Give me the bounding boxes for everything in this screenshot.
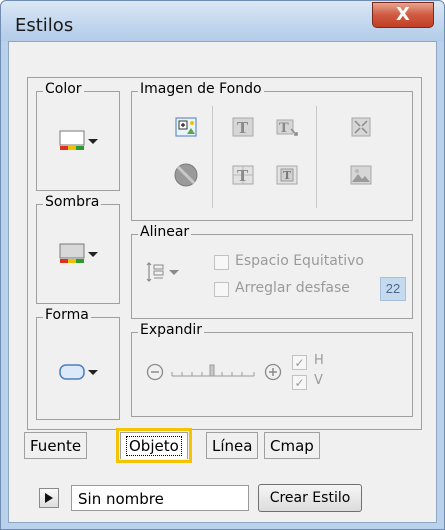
alinear-group-label: Alinear — [138, 224, 192, 240]
image-landscape-button[interactable] — [346, 160, 376, 190]
add-image-icon — [175, 117, 197, 137]
forma-group-label: Forma — [43, 307, 91, 323]
image-tile-button[interactable]: T — [228, 160, 258, 190]
add-image-button[interactable] — [171, 112, 201, 142]
align-dropdown[interactable] — [146, 261, 179, 283]
client-area: Color Sombra Forma Imagen de Fondo T T T… — [8, 41, 437, 523]
forma-group: Forma — [36, 307, 120, 420]
svg-text:T: T — [279, 121, 289, 136]
style-name-input[interactable]: Sin nombre — [71, 485, 249, 511]
tab-cmap[interactable]: Cmap — [264, 432, 320, 459]
color-group: Color — [36, 81, 120, 191]
desfase-value-field[interactable]: 22 — [380, 277, 406, 301]
color-dropdown[interactable] — [59, 130, 98, 152]
espacio-equitativo-label: Espacio Equitativo — [235, 253, 365, 269]
objeto-tab-panel: Color Sombra Forma Imagen de Fondo T T T… — [27, 77, 422, 430]
expand-v-checkbox[interactable]: ✓ — [292, 375, 307, 390]
color-swatch-icon — [59, 130, 85, 150]
tab-linea[interactable]: Línea — [206, 432, 259, 459]
expandir-group-label: Expandir — [138, 322, 205, 338]
chevron-down-icon — [88, 369, 98, 375]
expand-slider[interactable] — [170, 364, 256, 380]
chevron-down-icon — [88, 251, 98, 257]
image-stretch-button[interactable]: T — [272, 112, 302, 142]
close-button[interactable]: X — [372, 2, 434, 28]
chevron-down-icon — [169, 269, 179, 275]
no-image-icon — [174, 163, 198, 187]
zoom-in-icon[interactable] — [264, 363, 282, 381]
align-distribute-icon — [146, 262, 164, 282]
text-image-fit-icon: T — [276, 165, 298, 185]
text-image-stretch-icon: T — [276, 119, 298, 136]
sombra-group: Sombra — [36, 194, 120, 304]
expand-v-label: V — [314, 373, 323, 388]
landscape-image-icon — [350, 165, 372, 185]
create-style-button[interactable]: Crear Estilo — [258, 484, 362, 512]
color-group-label: Color — [43, 81, 84, 97]
shadow-swatch-icon — [59, 243, 85, 263]
checkmark-icon: ✓ — [294, 375, 305, 390]
sombra-dropdown[interactable] — [59, 243, 98, 265]
remove-image-button[interactable] — [171, 160, 201, 190]
close-icon: X — [396, 4, 410, 25]
toolbar-separator — [316, 106, 317, 208]
rounded-rect-shape-icon — [59, 364, 85, 380]
imagen-de-fondo-group: Imagen de Fondo T T T T — [131, 81, 413, 221]
zoom-out-icon[interactable] — [146, 363, 164, 381]
window-title: Estilos — [15, 15, 74, 36]
apply-style-button[interactable] — [39, 488, 59, 508]
play-icon — [45, 493, 53, 503]
imagen-de-fondo-label: Imagen de Fondo — [138, 81, 264, 97]
expand-h-checkbox[interactable]: ✓ — [292, 355, 307, 370]
forma-dropdown[interactable] — [59, 363, 98, 381]
image-fit-button[interactable]: T — [272, 160, 302, 190]
tab-objeto-label: Objeto — [126, 436, 182, 456]
text-image-tile-icon: T — [232, 165, 254, 185]
arreglar-desfase-checkbox[interactable] — [214, 282, 229, 297]
tab-fuente[interactable]: Fuente — [24, 432, 88, 459]
image-layout-button[interactable] — [346, 112, 376, 142]
image-center-button[interactable]: T — [228, 112, 258, 142]
espacio-equitativo-checkbox[interactable] — [214, 255, 229, 270]
svg-text:T: T — [237, 167, 249, 185]
resize-image-icon — [351, 117, 371, 137]
tab-objeto[interactable]: Objeto — [116, 428, 192, 463]
expand-h-label: H — [314, 353, 324, 368]
chevron-down-icon — [88, 138, 98, 144]
title-bar: Estilos X — [1, 1, 444, 41]
svg-text:T: T — [283, 169, 292, 182]
expandir-group: Expandir ✓ H ✓ V — [131, 322, 413, 417]
styles-window: Estilos X Color Sombra Forma Imagen de F… — [0, 0, 445, 530]
alinear-group: Alinear Espacio Equitativo Arreglar desf… — [131, 224, 413, 319]
arreglar-desfase-label: Arreglar desfase — [235, 280, 350, 296]
checkmark-icon: ✓ — [294, 355, 305, 370]
text-image-center-icon: T — [232, 117, 254, 137]
sombra-group-label: Sombra — [43, 194, 102, 210]
toolbar-separator — [212, 106, 213, 208]
svg-text:T: T — [237, 119, 249, 137]
